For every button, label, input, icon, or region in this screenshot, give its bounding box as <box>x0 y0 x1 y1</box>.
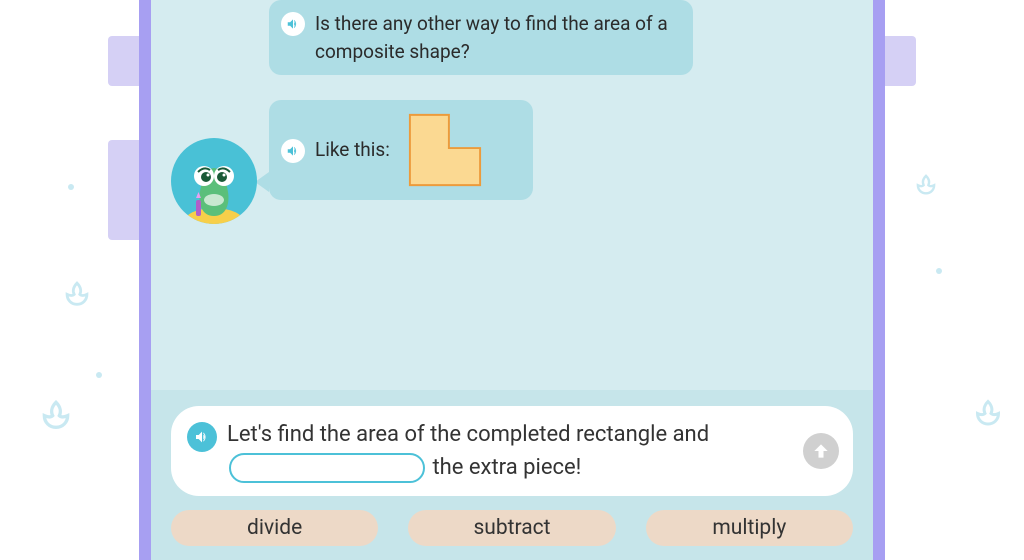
audio-icon[interactable] <box>281 139 305 163</box>
chat-area: Is there any other way to find the area … <box>151 0 873 390</box>
chat-bubble-2: Like this: <box>269 100 533 200</box>
chat-text-1: Is there any other way to find the area … <box>315 10 677 65</box>
character-avatar <box>171 138 257 224</box>
lotus-icon <box>970 394 1006 430</box>
prompt-text: Let's find the area of the completed rec… <box>227 418 789 484</box>
answer-options: divide subtract multiply <box>171 510 853 546</box>
option-divide[interactable]: divide <box>171 510 378 546</box>
option-multiply[interactable]: multiply <box>646 510 853 546</box>
lotus-icon <box>912 170 940 198</box>
chat-bubble-1: Is there any other way to find the area … <box>269 0 693 75</box>
answer-zone: Let's find the area of the completed rec… <box>151 390 873 560</box>
l-shape-figure <box>406 110 484 190</box>
lesson-frame: Is there any other way to find the area … <box>139 0 885 560</box>
submit-button[interactable] <box>803 433 839 469</box>
audio-icon[interactable] <box>281 12 305 36</box>
prompt-part1: Let's find the area of the completed rec… <box>227 422 709 447</box>
prompt-part2: the extra piece! <box>427 455 581 480</box>
audio-icon[interactable] <box>187 422 217 452</box>
lotus-icon <box>60 276 94 310</box>
prompt-card: Let's find the area of the completed rec… <box>171 406 853 496</box>
chat-text-2: Like this: <box>315 136 390 164</box>
lotus-icon <box>36 394 76 434</box>
option-subtract[interactable]: subtract <box>408 510 615 546</box>
answer-blank[interactable] <box>229 453 425 483</box>
